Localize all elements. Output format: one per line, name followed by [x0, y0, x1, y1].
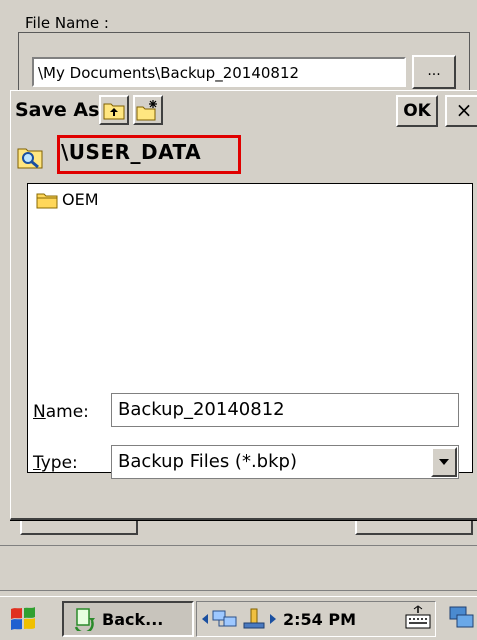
file-list[interactable]: OEM [27, 183, 473, 473]
chevron-down-icon [439, 459, 449, 465]
start-icon[interactable] [8, 605, 38, 633]
dropdown-button[interactable] [431, 447, 457, 477]
clock[interactable]: 2:54 PM [283, 610, 356, 629]
name-label: Name: [33, 402, 89, 422]
ok-button[interactable]: OK [396, 95, 438, 127]
folder-icon [36, 193, 58, 208]
network-icon[interactable] [211, 607, 239, 631]
taskbar-app-label: Back... [102, 609, 164, 629]
taskbar-app-button[interactable]: Back... [62, 601, 194, 637]
scroll-left-icon[interactable] [201, 613, 209, 625]
new-folder-icon [136, 100, 157, 121]
backup-app-icon [74, 608, 95, 631]
divider [0, 590, 477, 591]
file-name-group-label: File Name : [22, 14, 112, 32]
close-button[interactable]: × [445, 95, 477, 127]
browse-button[interactable]: ... [412, 55, 456, 89]
notification-tray: 2:54 PM [196, 601, 436, 637]
new-folder-button[interactable] [133, 95, 163, 125]
file-type-value: Backup Files (*.bkp) [118, 451, 297, 472]
divider [0, 545, 477, 546]
save-as-dialog: Save As OK × \USER_DATA OEM Name: Backup… [10, 90, 477, 520]
file-type-select[interactable]: Backup Files (*.bkp) [111, 445, 459, 479]
up-folder-icon [103, 103, 125, 120]
highlight-box [57, 135, 241, 174]
file-name-input[interactable]: Backup_20140812 [111, 393, 459, 427]
file-path-field[interactable]: \My Documents\Backup_20140812 [32, 57, 406, 87]
type-label: Type: [33, 453, 78, 473]
scroll-right-icon[interactable] [269, 613, 277, 625]
list-item[interactable]: OEM [36, 190, 99, 209]
keyboard-icon[interactable] [404, 605, 432, 631]
taskbar: Back... 2:54 PM [0, 596, 477, 640]
usb-connection-icon[interactable] [241, 607, 267, 631]
dialog-title: Save As [15, 99, 100, 121]
list-item-label: OEM [62, 190, 99, 209]
folder-search-icon [17, 148, 43, 169]
up-folder-button[interactable] [99, 95, 129, 125]
show-desktop-icon[interactable] [448, 603, 476, 635]
